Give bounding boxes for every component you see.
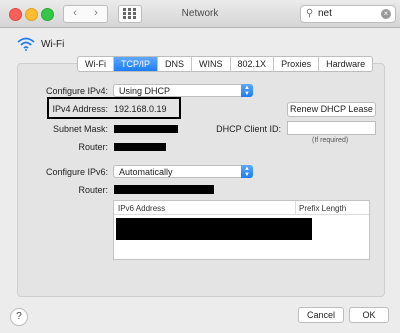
ipv4-address-value: 192.168.0.19 bbox=[114, 104, 167, 114]
prefix-length-column-header[interactable]: Prefix Length bbox=[299, 204, 346, 213]
title-bar: ‹ › Network ⚲ net × bbox=[0, 0, 400, 28]
dhcp-client-id-hint: (If required) bbox=[312, 137, 349, 144]
tab-bar: Wi-Fi TCP/IP DNS WINS 802.1X Proxies Har… bbox=[77, 56, 374, 72]
configure-ipv6-label: Configure IPv6: bbox=[45, 167, 108, 177]
dhcp-client-id-label: DHCP Client ID: bbox=[216, 124, 281, 134]
search-input[interactable]: net bbox=[318, 8, 332, 19]
wifi-icon bbox=[17, 37, 35, 51]
search-icon: ⚲ bbox=[306, 8, 314, 19]
search-field[interactable]: ⚲ net × bbox=[300, 5, 396, 23]
tab-dns[interactable]: DNS bbox=[158, 57, 193, 71]
configure-ipv6-value: Automatically bbox=[119, 167, 173, 177]
tab-hardware[interactable]: Hardware bbox=[319, 57, 372, 71]
redacted-ipv4-router bbox=[114, 143, 166, 151]
configure-ipv4-popup[interactable]: Using DHCP ▲ ▼ bbox=[113, 84, 253, 97]
configure-ipv4-value: Using DHCP bbox=[119, 86, 171, 96]
tab-wins[interactable]: WINS bbox=[192, 57, 231, 71]
header-divider bbox=[114, 214, 369, 215]
ipv6-router-label: Router: bbox=[78, 185, 108, 195]
redacted-ipv6-addresses bbox=[116, 218, 312, 240]
ipv4-address-label: IPv4 Address: bbox=[52, 104, 108, 114]
redacted-ipv6-router bbox=[114, 185, 214, 194]
ipv6-address-column-header[interactable]: IPv6 Address bbox=[118, 204, 165, 213]
redacted-subnet-mask bbox=[114, 125, 178, 133]
clear-search-icon[interactable]: × bbox=[381, 9, 391, 19]
configure-ipv4-label: Configure IPv4: bbox=[45, 86, 108, 96]
tab-proxies[interactable]: Proxies bbox=[274, 57, 320, 71]
configure-ipv6-popup[interactable]: Automatically ▲ ▼ bbox=[113, 165, 253, 178]
column-divider bbox=[295, 201, 296, 214]
renew-dhcp-lease-button[interactable]: Renew DHCP Lease bbox=[287, 102, 376, 117]
ok-button[interactable]: OK bbox=[349, 307, 389, 323]
ipv6-address-table[interactable]: IPv6 Address Prefix Length bbox=[113, 200, 370, 260]
help-button[interactable]: ? bbox=[10, 308, 28, 326]
ipv4-router-label: Router: bbox=[78, 142, 108, 152]
interface-name: Wi-Fi bbox=[41, 39, 65, 50]
tab-tcpip[interactable]: TCP/IP bbox=[114, 57, 159, 71]
dhcp-client-id-field[interactable] bbox=[287, 121, 376, 135]
tab-8021x[interactable]: 802.1X bbox=[231, 57, 275, 71]
updown-arrows-icon: ▲ ▼ bbox=[241, 165, 253, 178]
cancel-button[interactable]: Cancel bbox=[298, 307, 344, 323]
subnet-mask-label: Subnet Mask: bbox=[52, 124, 108, 134]
updown-arrows-icon: ▲ ▼ bbox=[241, 84, 253, 97]
tab-wifi[interactable]: Wi-Fi bbox=[78, 57, 114, 71]
